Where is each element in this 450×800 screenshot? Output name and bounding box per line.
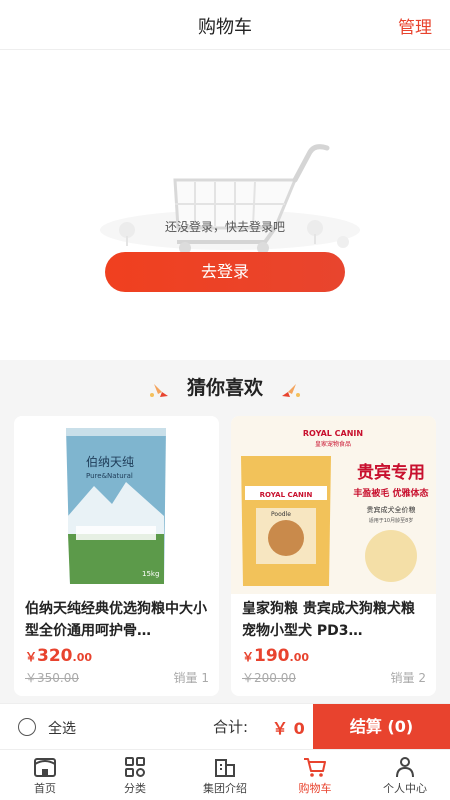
login-button[interactable]: 去登录 (105, 252, 345, 292)
total-value: ￥ 0 (272, 719, 305, 738)
tab-home[interactable]: 首页 (0, 752, 90, 800)
product-price: ￥190.00 (242, 646, 309, 666)
empty-cart-illustration (100, 144, 360, 254)
product-card[interactable]: ROYAL CANIN 皇家宠物食品 ROYAL CANIN Poodle 贵宾… (231, 416, 436, 696)
price-symbol: ￥ (242, 650, 255, 664)
product-original-price: ￥350.00 (25, 671, 79, 685)
package-label-text: Poodle (271, 511, 291, 518)
tab-cart[interactable]: 购物车 (270, 752, 360, 800)
product-name: 皇家狗粮 贵宾成犬狗粮犬粮 宠物小型犬 PD3… (242, 601, 415, 639)
category-icon (125, 757, 145, 777)
tab-category-label: 分类 (124, 782, 146, 795)
product-sales: 销量 1 (173, 671, 209, 685)
tab-category[interactable]: 分类 (90, 752, 180, 800)
empty-cart-section: 还没登录，快去登录吧 去登录 (0, 50, 450, 360)
product-image: ROYAL CANIN 皇家宠物食品 ROYAL CANIN Poodle 贵宾… (231, 416, 436, 594)
checkout-button[interactable]: 结算 (0) (313, 704, 450, 750)
recommend-header: 猜你喜欢 (0, 368, 450, 408)
price-decimal: .00 (289, 651, 310, 664)
manage-button[interactable]: 管理 (398, 13, 432, 38)
cart-page: 购物车 管理 还没登录，快去登录吧 去登录 猜你喜欢 伯纳天纯 Pure&Nat… (0, 0, 450, 800)
recommend-title: 猜你喜欢 (186, 377, 263, 399)
brand-logo-text: ROYAL CANIN (303, 429, 363, 438)
banner-headline-text: 贵宾专用 (357, 462, 425, 483)
tab-company[interactable]: 集团介绍 (180, 752, 270, 800)
tab-bar: 首页 分类 集团介绍 购物车 个人中心 (0, 749, 450, 800)
cart-icon (304, 758, 326, 777)
product-sales: 销量 2 (390, 671, 426, 685)
tab-home-label: 首页 (34, 782, 56, 795)
tab-company-label: 集团介绍 (203, 782, 247, 795)
product-original-price: ￥200.00 (242, 671, 296, 685)
package-brand-text: 伯纳天纯 (86, 454, 134, 469)
product-card[interactable]: 伯纳天纯 Pure&Natural 15kg 伯纳天纯经典优选狗粮中大小型全价通… (14, 416, 219, 696)
tab-profile[interactable]: 个人中心 (360, 752, 450, 800)
package-sub-text: Pure&Natural (86, 472, 133, 480)
product-image: 伯纳天纯 Pure&Natural 15kg (14, 416, 219, 594)
page-title: 购物车 (198, 17, 252, 38)
price-symbol: ￥ (25, 650, 38, 664)
decoration-left-icon (149, 383, 168, 397)
header: 购物车 管理 (0, 0, 450, 50)
brand-cn-text: 皇家宠物食品 (315, 440, 351, 448)
tab-cart-label: 购物车 (298, 782, 332, 795)
product-price: ￥320.00 (25, 646, 92, 666)
select-all-radio[interactable] (18, 718, 36, 736)
decoration-right-icon (282, 383, 301, 397)
select-all-label[interactable]: 全选 (48, 718, 76, 738)
banner-tagline-text: 丰盈被毛 优雅体态 (353, 487, 428, 499)
checkout-bar: 全选 合计: ￥ 0 结算 (0) (0, 703, 450, 750)
product-name: 伯纳天纯经典优选狗粮中大小型全价通用呵护骨… (25, 601, 207, 639)
banner-desc1-text: 贵宾成犬全价粮 (367, 505, 416, 514)
svg-text:ROYAL CANIN: ROYAL CANIN (260, 491, 313, 499)
login-hint: 还没登录，快去登录吧 (164, 220, 285, 234)
price-integer: 190 (254, 646, 290, 666)
banner-desc2-text: 适用于10月龄至8岁 (369, 517, 414, 524)
total-label: 合计: (213, 718, 249, 736)
price-integer: 320 (37, 646, 73, 666)
building-icon (215, 759, 235, 777)
tab-profile-label: 个人中心 (383, 782, 427, 795)
home-icon (34, 758, 56, 777)
price-decimal: .00 (72, 651, 93, 664)
package-weight-text: 15kg (142, 570, 159, 578)
user-icon (396, 757, 414, 778)
